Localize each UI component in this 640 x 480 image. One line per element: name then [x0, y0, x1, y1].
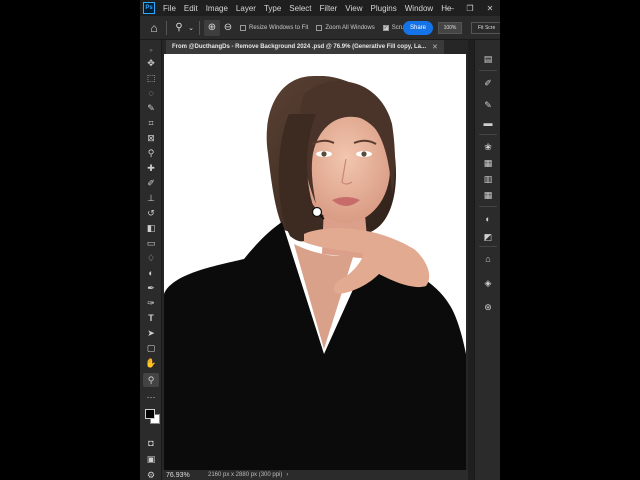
- history-brush-tool-icon[interactable]: ↺: [143, 206, 159, 220]
- pen-tool-icon[interactable]: ✒: [143, 281, 159, 295]
- adjustments-panel-icon[interactable]: ◐: [480, 212, 496, 226]
- quick-mask-icon[interactable]: ◘: [143, 436, 159, 450]
- layers-panel-icon[interactable]: ◈: [480, 276, 496, 290]
- panel-divider: [479, 70, 497, 71]
- patterns-panel-icon[interactable]: ▦: [480, 188, 496, 202]
- eraser-tool-icon[interactable]: ◧: [143, 221, 159, 235]
- comments-panel-icon[interactable]: ▬: [480, 116, 496, 130]
- menu-type[interactable]: Type: [260, 4, 285, 13]
- screen-mode-icon[interactable]: ▣: [143, 452, 159, 466]
- document-tab-bar: From @DucthangDs - Remove Background 202…: [162, 40, 468, 54]
- right-iris: [361, 151, 367, 157]
- healing-brush-tool-icon[interactable]: ✚: [143, 161, 159, 175]
- gradient-tool-icon[interactable]: ▭: [143, 236, 159, 250]
- menu-file[interactable]: File: [159, 4, 180, 13]
- brush-settings-panel-icon[interactable]: ✐: [480, 76, 496, 90]
- zoom-tool-icon[interactable]: ⚲: [171, 20, 187, 36]
- hand-tool-icon[interactable]: ✋: [143, 356, 159, 370]
- menu-plugins[interactable]: Plugins: [367, 4, 401, 13]
- options-divider: [166, 20, 167, 35]
- menu-image[interactable]: Image: [202, 4, 232, 13]
- path-select-tool-icon[interactable]: ➤: [143, 326, 159, 340]
- lasso-tool-icon[interactable]: ◌: [143, 86, 159, 100]
- document-tab[interactable]: From @DucthangDs - Remove Background 202…: [166, 40, 444, 54]
- checkbox-box: [316, 24, 323, 31]
- blur-tool-icon[interactable]: ♢: [143, 251, 159, 265]
- object-select-tool-icon[interactable]: ✎: [143, 101, 159, 115]
- marquee-tool-icon[interactable]: ⬚: [143, 71, 159, 85]
- tools-panel: » ✥ ⬚ ◌ ✎ ⌗ ⊠ ⚲ ✚ ✐ ⊥ ↺ ◧ ▭ ♢ ◐ ✒ ✑ T ➤ …: [140, 40, 162, 480]
- fit-screen-button[interactable]: Fit Scre: [471, 22, 500, 34]
- menu-view[interactable]: View: [341, 4, 366, 13]
- zoom-out-icon[interactable]: ⊖: [220, 20, 236, 36]
- move-tool-icon[interactable]: ✥: [143, 56, 159, 70]
- left-iris: [321, 151, 327, 157]
- options-divider: [199, 20, 200, 35]
- frame-tool-icon[interactable]: ⊠: [143, 131, 159, 145]
- scrubby-zoom-checkbox[interactable]: ✓ Scru: [382, 24, 404, 31]
- libraries-panel-icon[interactable]: ▤: [480, 52, 496, 66]
- dodge-tool-icon[interactable]: ◐: [143, 266, 159, 280]
- status-arrow-icon[interactable]: ›: [286, 472, 288, 478]
- panel-divider: [479, 134, 497, 135]
- menu-select[interactable]: Select: [285, 4, 315, 13]
- stamp-tool-icon[interactable]: ⊥: [143, 191, 159, 205]
- share-button[interactable]: Share: [403, 21, 433, 35]
- chevron-down-icon[interactable]: ⌄: [187, 20, 195, 36]
- menu-layer[interactable]: Layer: [232, 4, 260, 13]
- document-image[interactable]: [164, 54, 466, 470]
- channels-panel-icon[interactable]: ⊛: [480, 300, 496, 314]
- options-bar: ⌂ ⚲ ⌄ ⊕ ⊖ Resize Windows to Fit Zoom All…: [140, 16, 500, 40]
- zoom-all-windows-label: Zoom All Windows: [325, 24, 375, 31]
- zoom-100-button[interactable]: 100%: [438, 22, 462, 34]
- canvas-area[interactable]: [162, 54, 474, 470]
- panel-divider: [479, 206, 497, 207]
- rectangle-tool-icon[interactable]: ▢: [143, 341, 159, 355]
- adjustments-brush-panel-icon[interactable]: ✎: [480, 98, 496, 112]
- resize-windows-label: Resize Windows to Fit: [249, 24, 309, 31]
- gradients-panel-icon[interactable]: ▥: [480, 172, 496, 186]
- resize-windows-checkbox[interactable]: Resize Windows to Fit: [240, 24, 309, 31]
- zoom-level[interactable]: 76.93%: [162, 472, 202, 479]
- photoshop-window: Ps File Edit Image Layer Type Select Fil…: [140, 0, 500, 480]
- more-tools-icon[interactable]: ···: [143, 390, 159, 404]
- close-tab-icon[interactable]: ✕: [432, 43, 438, 51]
- crop-tool-icon[interactable]: ⌗: [143, 116, 159, 130]
- eyedropper-tool-icon[interactable]: ⚲: [143, 146, 159, 160]
- type-tool-icon[interactable]: T: [143, 311, 159, 325]
- zoom-all-windows-checkbox[interactable]: Zoom All Windows: [316, 24, 375, 31]
- window-controls: — ❐ ✕: [440, 0, 500, 16]
- home-icon[interactable]: ⌂: [146, 20, 162, 36]
- menu-bar: Ps File Edit Image Layer Type Select Fil…: [140, 0, 500, 16]
- portrait-photo: [164, 76, 466, 470]
- paths-panel-icon[interactable]: ⌂: [480, 252, 496, 266]
- pen-alt-tool-icon[interactable]: ✑: [143, 296, 159, 310]
- right-panel-dock: ▤ ✐ ✎ ▬ ❀ ▦ ▥ ▦ ◐ ◩ ⌂ ◈ ⊛: [474, 40, 500, 480]
- document-dimensions[interactable]: 2160 px x 2880 px (300 ppi): [208, 472, 282, 478]
- checkbox-box: [240, 24, 246, 31]
- menu-edit[interactable]: Edit: [180, 4, 202, 13]
- swatches-panel-icon[interactable]: ▦: [480, 156, 496, 170]
- document-tab-title: From @DucthangDs - Remove Background 202…: [172, 44, 426, 50]
- photoshop-logo: Ps: [143, 2, 155, 14]
- checkbox-box-checked: ✓: [382, 24, 389, 31]
- status-bar: 76.93% 2160 px x 2880 px (300 ppi) ›: [162, 470, 468, 480]
- zoom-in-icon[interactable]: ⊕: [204, 19, 220, 36]
- close-window-button[interactable]: ✕: [480, 0, 500, 16]
- restore-button[interactable]: ❐: [460, 0, 480, 16]
- zoom-tool-icon[interactable]: ⚲: [143, 373, 159, 387]
- minimize-button[interactable]: —: [440, 0, 460, 16]
- color-panel-icon[interactable]: ❀: [480, 140, 496, 154]
- panel-divider: [479, 246, 497, 247]
- brush-tool-icon[interactable]: ✐: [143, 176, 159, 190]
- foreground-color-swatch[interactable]: [145, 409, 155, 419]
- properties-panel-icon[interactable]: ◩: [480, 230, 496, 244]
- color-swatches[interactable]: [143, 406, 160, 428]
- menu-window[interactable]: Window: [401, 4, 437, 13]
- edit-toolbar-icon[interactable]: ⚙: [143, 468, 159, 480]
- menu-filter[interactable]: Filter: [316, 4, 342, 13]
